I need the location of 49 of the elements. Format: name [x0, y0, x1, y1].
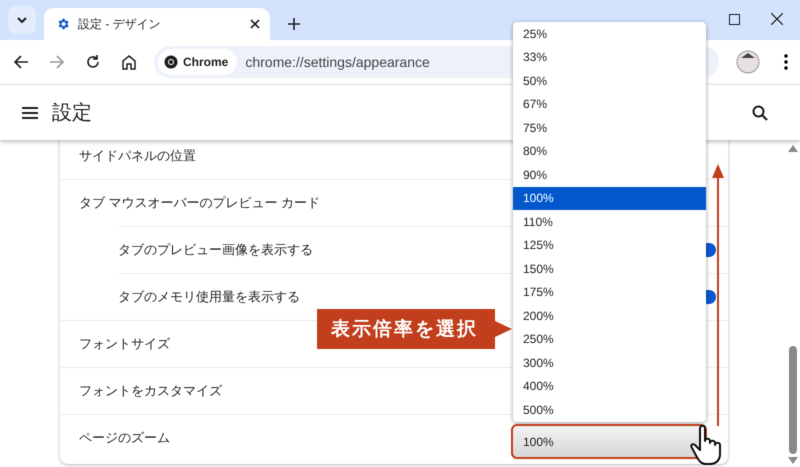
avatar-icon[interactable]	[736, 50, 760, 74]
menu-option[interactable]: 100%	[513, 186, 706, 210]
reload-icon	[85, 54, 101, 70]
menu-icon[interactable]	[22, 106, 38, 118]
menu-option[interactable]: 150%	[513, 257, 706, 280]
menu-option[interactable]: 400%	[513, 374, 706, 398]
more-menu-icon[interactable]	[784, 54, 788, 70]
row-label: フォントサイズ	[79, 335, 170, 353]
scroll-up-icon[interactable]	[788, 145, 798, 152]
gear-icon	[56, 17, 70, 31]
row-label: タブのプレビュー画像を表示する	[118, 241, 313, 259]
home-icon	[121, 54, 137, 70]
menu-option[interactable]: 50%	[513, 69, 706, 92]
menu-option[interactable]: 200%	[513, 304, 706, 328]
menu-option[interactable]: 175%	[513, 280, 706, 304]
close-icon	[771, 13, 783, 25]
browser-logo-icon	[164, 55, 178, 69]
menu-option[interactable]: 125%	[513, 234, 706, 257]
page-title: 設定	[52, 101, 92, 126]
scrollbar-thumb[interactable]	[789, 346, 797, 454]
menu-option[interactable]: 90%	[513, 163, 706, 186]
row-label: サイドパネルの位置	[79, 146, 196, 164]
site-chip[interactable]: Chrome	[158, 49, 238, 75]
menu-option[interactable]: 33%	[513, 46, 706, 69]
menu-option[interactable]: 67%	[513, 92, 706, 116]
menu-option[interactable]: 75%	[513, 116, 706, 140]
menu-option[interactable]: 110%	[513, 210, 706, 234]
menu-option[interactable]: 80%	[513, 140, 706, 163]
row-label: タブ マウスオーバーのプレビュー カード	[79, 194, 320, 212]
menu-option[interactable]: 500%	[513, 398, 706, 422]
close-icon[interactable]	[250, 19, 260, 29]
menu-option[interactable]: 300%	[513, 351, 706, 374]
menu-option[interactable]: 25%	[513, 22, 706, 46]
search-icon[interactable]	[752, 104, 768, 120]
callout-label: 表示倍率を選択	[317, 309, 512, 349]
row-label: ページのズーム	[79, 429, 170, 447]
tab-list-button[interactable]	[8, 6, 36, 34]
back-arrow-icon	[13, 54, 29, 70]
tab-title: 設定 - デザイン	[78, 16, 162, 32]
address-text[interactable]: chrome://settings/appearance	[245, 54, 430, 70]
row-label: タブのメモリ使用量を表示する	[118, 288, 300, 306]
menu-option[interactable]: 250%	[513, 328, 706, 351]
scroll-down-icon[interactable]	[788, 457, 798, 464]
maximize-icon	[728, 14, 740, 24]
browser-tab[interactable]: 設定 - デザイン	[44, 8, 270, 40]
plus-icon	[288, 18, 300, 30]
row-label: フォントをカスタマイズ	[79, 382, 222, 400]
zoom-select[interactable]: 100%	[511, 424, 707, 459]
forward-arrow-icon	[49, 54, 65, 70]
